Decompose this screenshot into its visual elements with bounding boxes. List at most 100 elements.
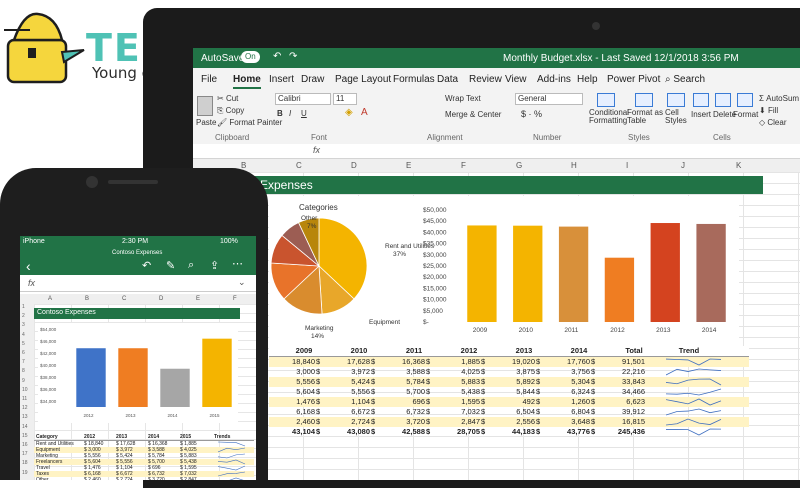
phone-row-number: 6 xyxy=(22,350,25,356)
format-cells-icon[interactable] xyxy=(737,93,753,107)
search-box[interactable]: ⌕ Search xyxy=(665,74,705,85)
search-icon[interactable]: ⌕ xyxy=(188,259,194,272)
insert-cells-button[interactable]: Insert xyxy=(691,110,711,119)
cut-button[interactable]: ✂ Cut xyxy=(217,94,238,103)
share-icon[interactable]: ⇪ xyxy=(210,259,219,272)
copy-button[interactable]: ⎘ Copy xyxy=(217,106,244,116)
phone-column-header[interactable]: E xyxy=(196,296,200,302)
table-row: $6,168$6,672$6,732$7,032$6,504$6,804$39,… xyxy=(261,407,749,417)
formula-bar[interactable]: fx xyxy=(193,144,800,159)
format-as-table-icon[interactable] xyxy=(635,93,653,107)
currency-icon[interactable]: $ · % xyxy=(521,109,542,119)
tab-formulas[interactable]: Formulas xyxy=(393,74,435,85)
merge-center-button[interactable]: Merge & Center xyxy=(445,110,501,119)
column-header[interactable]: D xyxy=(351,161,357,170)
font-color-icon[interactable]: A xyxy=(361,107,368,118)
phone-row-number: 2 xyxy=(22,313,25,320)
fill-button[interactable]: ⬇ Fill xyxy=(759,106,778,115)
back-chevron-icon[interactable]: ‹ xyxy=(26,258,31,274)
table-cell: 5,438 xyxy=(461,387,480,396)
column-header[interactable]: J xyxy=(681,161,685,170)
x-tick-label: 2014 xyxy=(702,327,717,334)
conditional-formatting-button[interactable]: Conditional Formatting xyxy=(589,109,629,125)
bar-2009 xyxy=(467,225,497,322)
table-cell: 3,588 xyxy=(406,367,425,376)
cell-styles-button[interactable]: Cell Styles xyxy=(665,109,689,125)
fill-color-icon[interactable]: ◈ xyxy=(345,107,353,118)
table-cell: 43,776 xyxy=(567,427,590,436)
autosave-toggle[interactable]: On xyxy=(241,51,260,63)
font-name-select[interactable]: Calibri xyxy=(275,93,331,105)
phone-table: Category 2012 2013 2014 2015 Trends Rent and U… xyxy=(34,434,254,480)
more-icon[interactable]: ⋯ xyxy=(232,257,243,270)
phone-column-header[interactable]: C xyxy=(122,296,126,302)
tab-review[interactable]: Review xyxy=(469,74,502,85)
column-header[interactable]: E xyxy=(406,161,411,170)
autosum-button[interactable]: Σ AutoSum xyxy=(759,94,799,103)
column-header[interactable]: I xyxy=(626,161,628,170)
table-cell: 5,700 xyxy=(406,387,425,396)
phone-excel-app: iPhone 2:30 PM 100% Contoso Expenses ‹ ↶… xyxy=(20,236,256,480)
currency-sign: $ xyxy=(536,387,541,396)
tab-help[interactable]: Help xyxy=(577,74,598,85)
column-header[interactable]: G xyxy=(516,161,522,170)
table-cell: 91,501 xyxy=(622,357,645,366)
paste-button[interactable]: Paste xyxy=(196,118,216,127)
redo-icon[interactable]: ↷ xyxy=(289,51,297,62)
tab-home[interactable]: Home xyxy=(233,74,261,89)
pen-icon[interactable]: ✎ xyxy=(166,259,175,272)
tab-power-pivot[interactable]: Power Pivot xyxy=(607,74,660,85)
table-cell: 3,648 xyxy=(571,417,590,426)
delete-cells-icon[interactable] xyxy=(715,93,731,107)
wrap-text-button[interactable]: Wrap Text xyxy=(445,94,481,103)
table-cell: 3,720 xyxy=(406,417,425,426)
currency-sign: $ xyxy=(481,427,486,436)
phone-column-header[interactable]: D xyxy=(159,296,163,302)
column-header[interactable]: K xyxy=(736,161,741,170)
format-cells-button[interactable]: Format xyxy=(733,110,758,119)
currency-sign: $ xyxy=(591,377,596,386)
italic-button[interactable]: I xyxy=(289,109,291,118)
font-size-select[interactable]: 11 xyxy=(333,93,357,105)
table-cell: 1,260 xyxy=(571,397,590,406)
table-row: $1,476$1,104$696$1,595$492$1,260$6,623 xyxy=(261,397,749,407)
phone-x-tick: 2013 xyxy=(125,413,136,418)
currency-sign: $ xyxy=(426,427,431,436)
phone-column-header[interactable]: B xyxy=(85,296,89,302)
column-header[interactable]: H xyxy=(571,161,577,170)
phone-column-header[interactable]: F xyxy=(233,296,237,302)
number-format-select[interactable]: General xyxy=(515,93,583,105)
undo-icon[interactable]: ↶ xyxy=(142,259,151,272)
expand-chevron-icon[interactable]: ⌄ xyxy=(238,277,246,288)
tab-data[interactable]: Data xyxy=(437,74,458,85)
insert-cells-icon[interactable] xyxy=(693,93,709,107)
bar-2014 xyxy=(696,223,726,322)
format-painter-button[interactable]: 🖌 Format Painter xyxy=(217,118,282,127)
tab-add-ins[interactable]: Add-ins xyxy=(537,74,571,85)
sparkline-line xyxy=(666,358,722,366)
carrier: iPhone xyxy=(23,238,45,245)
tab-page-layout[interactable]: Page Layout xyxy=(335,74,391,85)
phone-column-header[interactable]: A xyxy=(48,296,52,302)
column-header[interactable]: C xyxy=(296,161,302,170)
clear-button[interactable]: ◇ Clear xyxy=(759,118,787,127)
table-cell: 42,588 xyxy=(402,427,425,436)
undo-icon[interactable]: ↶ xyxy=(273,51,281,62)
cell-styles-icon[interactable] xyxy=(667,93,685,107)
format-as-table-button[interactable]: Format as Table xyxy=(627,109,663,125)
column-header[interactable]: F xyxy=(461,161,466,170)
tab-file[interactable]: File xyxy=(201,74,217,85)
phone-formula-bar[interactable]: fx ⌄ xyxy=(20,277,256,292)
conditional-formatting-icon[interactable] xyxy=(597,93,615,107)
paste-icon[interactable] xyxy=(197,96,213,116)
tab-view[interactable]: View xyxy=(505,74,527,85)
sparkline-line xyxy=(666,398,722,406)
table-cell: 2,556 xyxy=(516,417,535,426)
currency-sign: $ xyxy=(316,407,321,416)
bold-button[interactable]: B xyxy=(277,109,283,118)
underline-button[interactable]: U xyxy=(301,109,307,118)
tab-draw[interactable]: Draw xyxy=(301,74,324,85)
tab-insert[interactable]: Insert xyxy=(269,74,294,85)
currency-sign: $ xyxy=(591,367,596,376)
phone-y-tick: $42,000 xyxy=(40,351,57,356)
